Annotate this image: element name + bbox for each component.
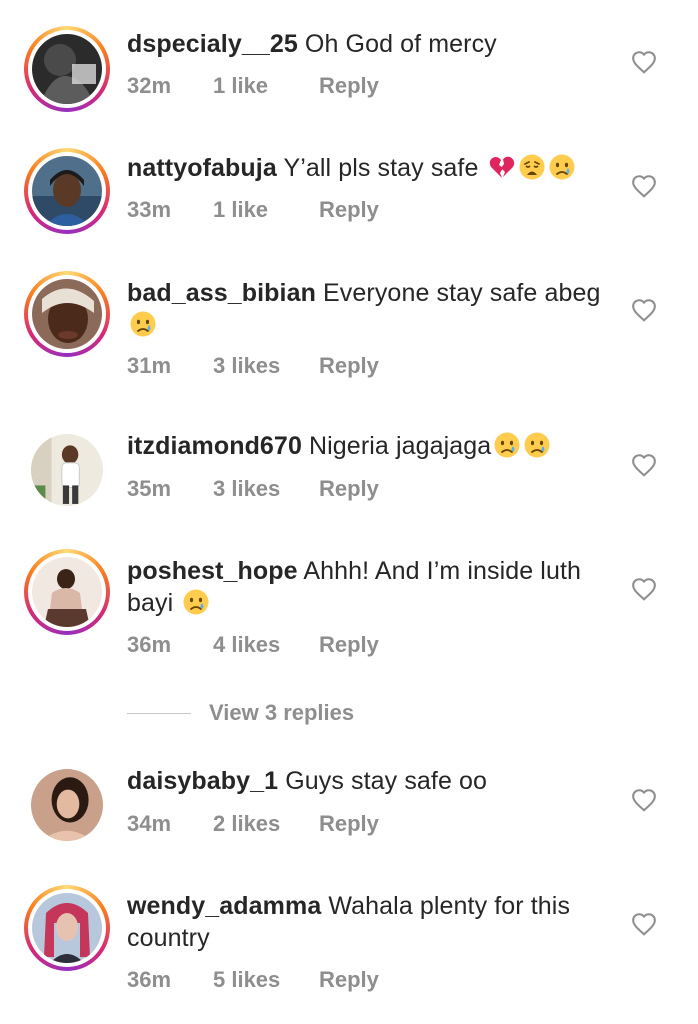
comment-text: Nigeria jagajaga: [309, 432, 492, 460]
comment-likes[interactable]: 3 likes: [213, 476, 319, 502]
comment-username[interactable]: bad_ass_bibian: [127, 279, 316, 307]
heart-outline-icon[interactable]: [631, 788, 657, 812]
reply-button[interactable]: Reply: [319, 353, 379, 379]
comment-username[interactable]: daisybaby_1: [127, 767, 278, 795]
reply-button[interactable]: Reply: [319, 476, 379, 502]
heart-outline-icon[interactable]: [631, 174, 657, 198]
heart-outline-icon[interactable]: [631, 577, 657, 601]
reply-button[interactable]: Reply: [319, 632, 379, 658]
comment-text: Y’all pls stay safe: [283, 154, 479, 182]
heart-outline-icon[interactable]: [631, 912, 657, 936]
comment-username[interactable]: itzdiamond670: [127, 432, 302, 460]
comment-username[interactable]: dspecialy__25: [127, 30, 298, 58]
comment-time: 35m: [127, 476, 172, 501]
comment-time: 36m: [127, 632, 172, 657]
crying-face-emoji: [494, 432, 520, 458]
comment-text: Oh God of mercy: [304, 30, 497, 58]
broken-heart-emoji: [489, 156, 514, 178]
crying-face-emoji: [183, 589, 209, 615]
crying-face-emoji: [130, 311, 156, 337]
comment-text: Guys stay safe oo: [285, 767, 488, 795]
heart-outline-icon[interactable]: [631, 50, 657, 74]
view-replies-label[interactable]: View 3 replies: [209, 700, 354, 726]
comment-time: 36m: [127, 967, 172, 992]
reply-button[interactable]: Reply: [319, 73, 379, 99]
comment-likes[interactable]: 1 like: [213, 197, 319, 223]
view-replies-button[interactable]: View 3 replies: [127, 700, 354, 726]
comment-likes[interactable]: 1 like: [213, 73, 319, 99]
comment-likes[interactable]: 4 likes: [213, 632, 319, 658]
comment-likes[interactable]: 3 likes: [213, 353, 319, 379]
reply-button[interactable]: Reply: [319, 811, 379, 837]
comment-username[interactable]: wendy_adamma: [127, 892, 321, 920]
comment-username[interactable]: nattyofabuja: [127, 154, 277, 182]
comment-time: 34m: [127, 811, 172, 836]
avatar[interactable]: [24, 762, 110, 848]
heart-outline-icon[interactable]: [631, 298, 657, 322]
crying-face-emoji: [549, 154, 575, 180]
heart-outline-icon[interactable]: [631, 453, 657, 477]
weary-face-emoji: [519, 154, 545, 180]
avatar[interactable]: [24, 26, 110, 112]
reply-button[interactable]: Reply: [319, 197, 379, 223]
comment-likes[interactable]: 5 likes: [213, 967, 319, 993]
avatar[interactable]: [24, 549, 110, 635]
comment-time: 31m: [127, 353, 172, 378]
avatar[interactable]: [24, 271, 110, 357]
comment-username[interactable]: poshest_hope: [127, 557, 298, 585]
avatar[interactable]: [24, 885, 110, 971]
comment-text: Everyone stay safe abeg: [323, 279, 601, 307]
avatar[interactable]: [24, 427, 110, 513]
comment-time: 32m: [127, 73, 172, 98]
comment-time: 33m: [127, 197, 172, 222]
reply-button[interactable]: Reply: [319, 967, 379, 993]
divider: [127, 712, 191, 714]
avatar[interactable]: [24, 148, 110, 234]
crying-face-emoji: [524, 432, 550, 458]
comment-likes[interactable]: 2 likes: [213, 811, 319, 837]
